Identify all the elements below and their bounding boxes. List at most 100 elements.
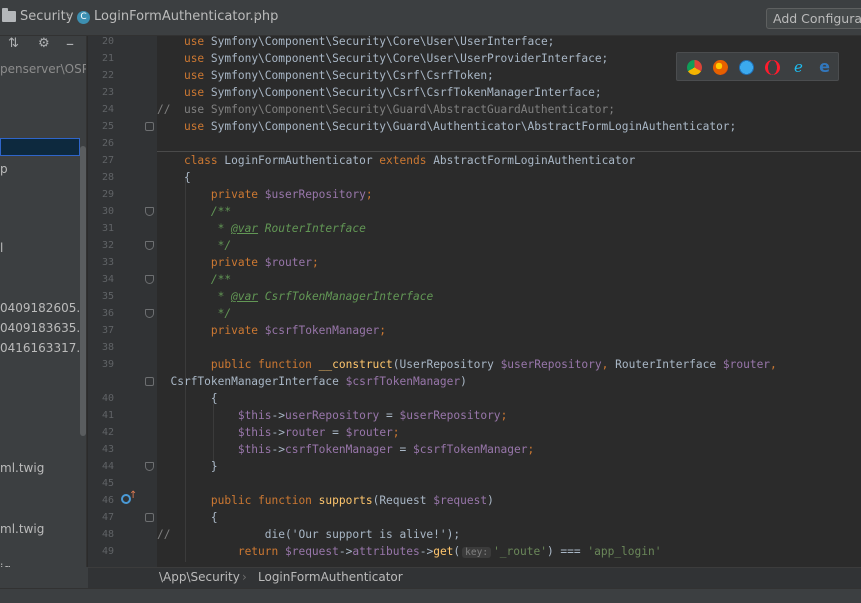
code-line: /** bbox=[157, 273, 232, 286]
code-line: { bbox=[157, 171, 191, 184]
opera-icon[interactable] bbox=[765, 60, 780, 75]
selected-tree-row[interactable] bbox=[0, 138, 80, 156]
panel-footer bbox=[0, 567, 88, 588]
open-in-browser-popup: e e bbox=[676, 52, 839, 81]
status-bar bbox=[0, 588, 861, 603]
code-line: public function supports(Request $reques… bbox=[210, 494, 494, 507]
project-scrollbar[interactable] bbox=[80, 146, 86, 436]
fold-marker-icon[interactable] bbox=[145, 275, 154, 284]
tree-item[interactable]: 0409183635.php bbox=[0, 321, 86, 335]
line-number: 46 bbox=[101, 495, 114, 506]
line-number: 21 bbox=[101, 53, 114, 64]
code-line: { bbox=[157, 511, 218, 524]
line-number: 22 bbox=[101, 70, 114, 81]
fold-marker-icon[interactable] bbox=[145, 513, 154, 522]
code-line: private $router; bbox=[210, 256, 319, 269]
line-number: 32 bbox=[101, 240, 114, 251]
code-line: public function __construct(UserReposito… bbox=[210, 358, 777, 371]
line-number: 49 bbox=[101, 546, 114, 557]
edge-icon[interactable]: e bbox=[817, 59, 832, 75]
code-line: /** bbox=[157, 205, 232, 218]
tree-item[interactable]: 0416163317.php bbox=[0, 341, 86, 355]
line-number: 20 bbox=[101, 36, 114, 47]
code-line: CsrfTokenManagerInterface $csrfTokenMana… bbox=[170, 375, 467, 388]
line-number: 47 bbox=[101, 512, 114, 523]
method-separator bbox=[157, 151, 861, 152]
tree-item[interactable]: penserver\OSPa bbox=[0, 62, 86, 76]
fold-marker-icon[interactable] bbox=[145, 377, 154, 386]
safari-icon[interactable] bbox=[739, 60, 754, 75]
code-line: use Symfony\Component\Security\Core\User… bbox=[183, 35, 555, 48]
gear-icon[interactable]: ⚙ bbox=[38, 36, 50, 51]
code-line: */ bbox=[157, 239, 232, 252]
project-toolbar: ⇅ ⚙ – bbox=[0, 36, 86, 56]
line-number: 40 bbox=[101, 393, 114, 404]
chrome-icon[interactable] bbox=[687, 60, 702, 75]
code-line: use Symfony\Component\Security\Csrf\Csrf… bbox=[183, 69, 494, 82]
line-number: 37 bbox=[101, 325, 114, 336]
tree-item[interactable]: 0409182605.php bbox=[0, 301, 86, 315]
fold-marker-icon[interactable] bbox=[145, 309, 154, 318]
code-line: class LoginFormAuthenticator extends Abs… bbox=[183, 154, 636, 167]
code-line: return $request->attributes->get(key: '_r… bbox=[237, 545, 662, 558]
line-number: 29 bbox=[101, 189, 114, 200]
tree-item[interactable]: l bbox=[0, 241, 3, 255]
project-panel: ⇅ ⚙ – penserver\OSPa p l 0409182605.php … bbox=[0, 36, 87, 567]
line-number: 48 bbox=[101, 529, 114, 540]
breadcrumb-file[interactable]: LoginFormAuthenticator.php bbox=[94, 9, 278, 24]
php-class-icon: C bbox=[77, 11, 90, 24]
add-configuration-button[interactable]: Add Configuration... bbox=[766, 8, 861, 29]
ie-icon[interactable]: e bbox=[791, 60, 806, 75]
code-line: */ bbox=[157, 307, 232, 320]
breadcrumb-separator: › bbox=[253, 8, 259, 23]
code-line: $this->userRepository = $userRepository; bbox=[237, 409, 508, 422]
line-number: 44 bbox=[101, 461, 114, 472]
hide-panel-icon[interactable]: – bbox=[66, 36, 74, 53]
code-line: private $userRepository; bbox=[210, 188, 373, 201]
code-line: // die('Our support is alive!'); bbox=[157, 528, 461, 541]
line-number: 42 bbox=[101, 427, 114, 438]
line-number: 27 bbox=[101, 155, 114, 166]
folder-icon bbox=[2, 8, 16, 22]
line-number: 23 bbox=[101, 87, 114, 98]
line-number: 41 bbox=[101, 410, 114, 421]
line-number: 35 bbox=[101, 291, 114, 302]
code-line: * @var CsrfTokenManagerInterface bbox=[157, 290, 434, 303]
fold-marker-icon[interactable] bbox=[145, 207, 154, 216]
code-line: $this->csrfTokenManager = $csrfTokenMana… bbox=[237, 443, 535, 456]
line-number: 33 bbox=[101, 257, 114, 268]
code-line: private $csrfTokenManager; bbox=[210, 324, 387, 337]
fold-marker-icon[interactable] bbox=[145, 462, 154, 471]
line-number: 26 bbox=[101, 138, 114, 149]
breadcrumb-class[interactable]: LoginFormAuthenticator bbox=[258, 570, 403, 584]
code-line: * @var RouterInterface bbox=[157, 222, 366, 235]
code-line: // use Symfony\Component\Security\Guard\… bbox=[157, 103, 616, 116]
line-number: 24 bbox=[101, 104, 114, 115]
tree-item[interactable]: p bbox=[0, 162, 8, 176]
override-arrow-icon[interactable]: ↑ bbox=[129, 490, 137, 501]
tree-item[interactable]: ml.twig bbox=[0, 461, 44, 475]
navigation-bar: Security › C LoginFormAuthenticator.php … bbox=[0, 0, 861, 36]
line-number: 38 bbox=[101, 342, 114, 353]
line-number: 25 bbox=[101, 121, 114, 132]
code-line: use Symfony\Component\Security\Csrf\Csrf… bbox=[183, 86, 602, 99]
breadcrumb-namespace[interactable]: \App\Security bbox=[159, 570, 240, 584]
line-number: 28 bbox=[101, 172, 114, 183]
line-number: 39 bbox=[101, 359, 114, 370]
line-number: 31 bbox=[101, 223, 114, 234]
code-line: use Symfony\Component\Security\Core\User… bbox=[183, 52, 609, 65]
code-line: use Symfony\Component\Security\Guard\Aut… bbox=[183, 120, 737, 133]
code-line: $this->router = $router; bbox=[237, 426, 400, 439]
fold-marker-icon[interactable] bbox=[145, 122, 154, 131]
line-number: 34 bbox=[101, 274, 114, 285]
tree-item[interactable]: ml.twig bbox=[0, 522, 44, 536]
breadcrumb-separator: › bbox=[242, 570, 247, 584]
collapse-all-icon[interactable]: ⇅ bbox=[8, 36, 19, 51]
code-line: } bbox=[157, 460, 218, 473]
firefox-icon[interactable] bbox=[713, 60, 728, 75]
line-number: 30 bbox=[101, 206, 114, 217]
fold-marker-icon[interactable] bbox=[145, 241, 154, 250]
code-breadcrumb-bar: \App\Security › LoginFormAuthenticator bbox=[88, 567, 861, 588]
code-line: { bbox=[157, 392, 218, 405]
parameter-hint: key: bbox=[462, 547, 492, 558]
